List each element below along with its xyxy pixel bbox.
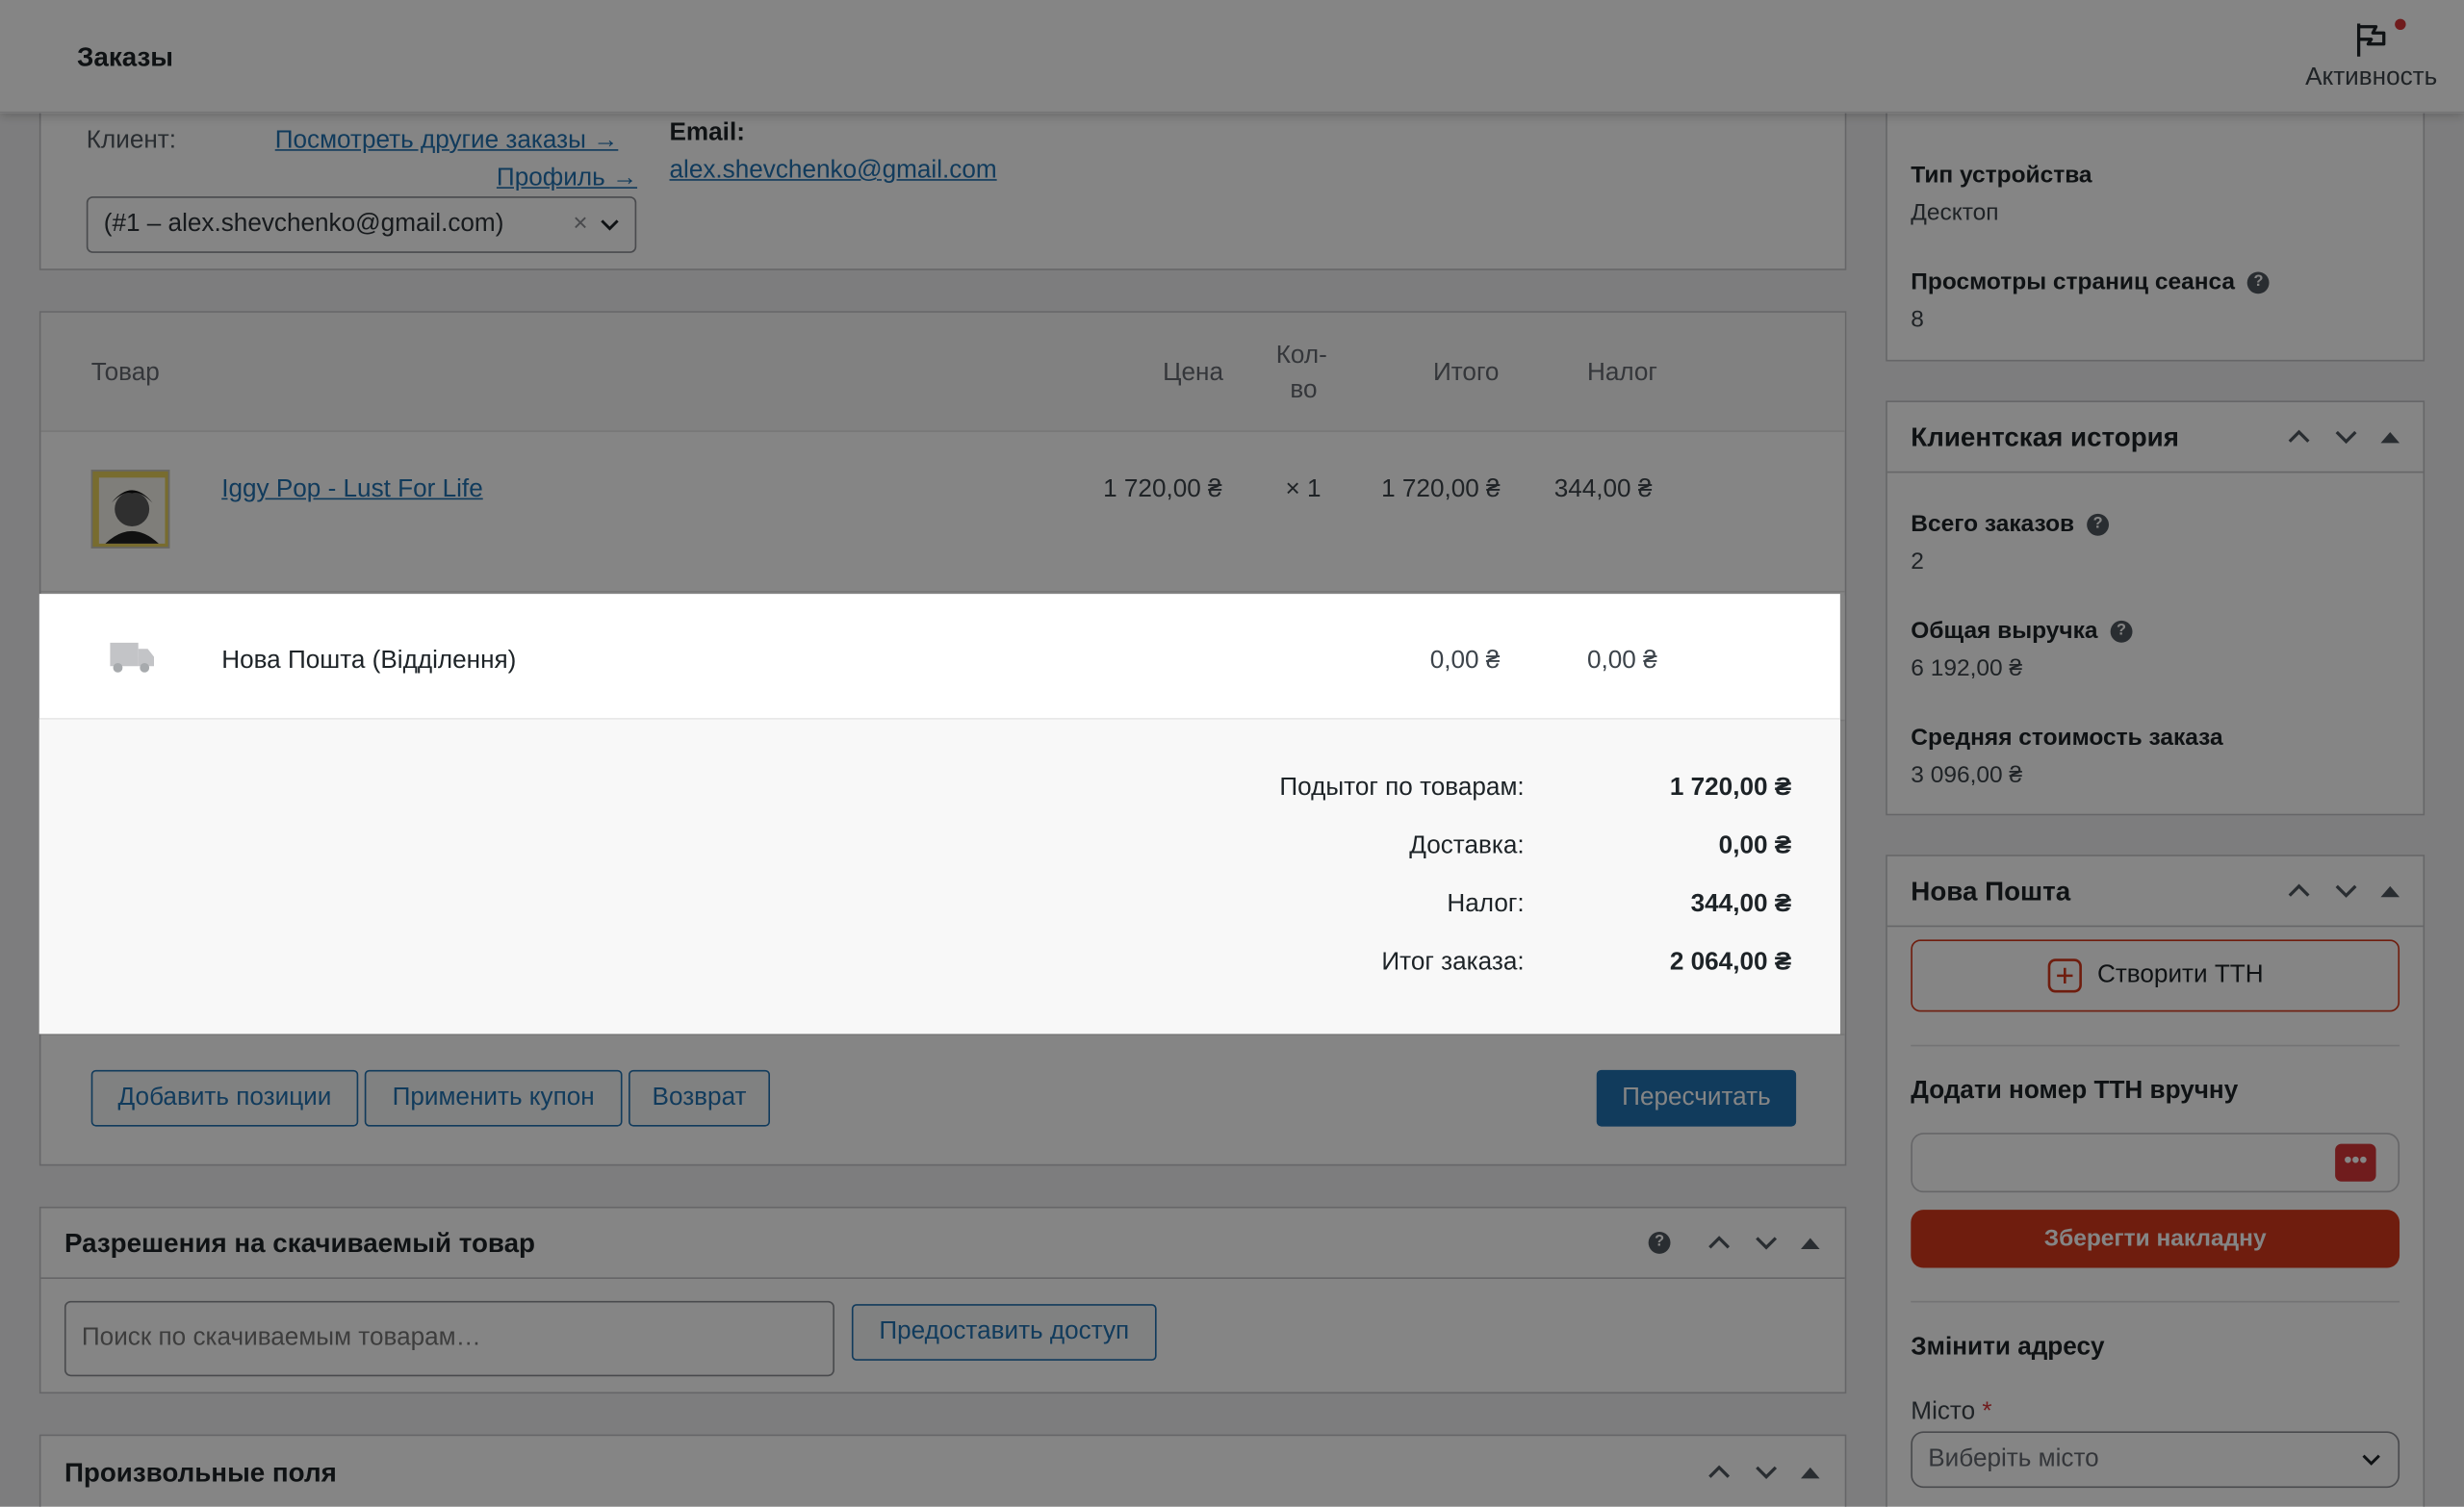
col-total: Итого: [1432, 359, 1500, 387]
manual-ttn-label: Додати номер ТТН вручну: [1911, 1077, 2239, 1105]
page-title: Заказы: [76, 42, 173, 73]
move-up-icon[interactable]: [2287, 424, 2312, 449]
truck-icon: [110, 642, 154, 673]
other-orders-link[interactable]: Посмотреть другие заказы →: [275, 127, 619, 155]
tax-total-value: 344,00 ₴: [1690, 890, 1792, 918]
shipping-name: Нова Пошта (Відділення): [221, 647, 517, 675]
password-manager-icon[interactable]: •••: [2335, 1143, 2376, 1182]
customer-label: Клиент:: [86, 127, 177, 154]
city-label: Місто *: [1911, 1398, 1992, 1425]
row-tax: 344,00 ₴: [1553, 475, 1653, 503]
total-revenue-value: 6 192,00 ₴: [1911, 654, 2023, 682]
clear-icon[interactable]: ×: [573, 211, 587, 239]
move-down-icon[interactable]: [2333, 879, 2358, 904]
subtotal-label: Подытог по товарам:: [1279, 774, 1525, 802]
collapse-toggle-icon[interactable]: [2380, 431, 2400, 443]
email-label: Email:: [669, 119, 745, 146]
top-header-bar: Заказы Активность: [0, 0, 2464, 114]
grant-access-button[interactable]: Предоставить доступ: [851, 1304, 1157, 1361]
subtotal-value: 1 720,00 ₴: [1669, 774, 1792, 802]
shipping-total-label: Доставка:: [1409, 832, 1525, 860]
row-total: 1 720,00 ₴: [1381, 475, 1501, 503]
product-thumbnail: [90, 470, 170, 549]
manual-ttn-input[interactable]: •••: [1911, 1133, 2400, 1193]
order-total-label: Итог заказа:: [1381, 949, 1525, 976]
divider: [1911, 1044, 2400, 1047]
customer-select[interactable]: (#1 – alex.shevchenko@gmail.com) ×: [86, 196, 637, 253]
tax-total-label: Налог:: [1447, 890, 1525, 918]
create-ttn-label: Створити ТТН: [2096, 961, 2264, 988]
highlighted-region: Нова Пошта (Відділення) 0,00 ₴ 0,00 ₴ По…: [38, 594, 1840, 1034]
novaposhta-title: Нова Пошта: [1911, 877, 2071, 907]
change-address-title: Змінити адресу: [1911, 1334, 2105, 1361]
move-down-icon[interactable]: [1754, 1230, 1779, 1255]
col-product: Товар: [90, 359, 160, 387]
col-price: Цена: [1163, 359, 1223, 387]
city-select[interactable]: Виберіть місто: [1911, 1431, 2400, 1489]
col-qty-line2: во: [1290, 376, 1318, 404]
help-icon[interactable]: ?: [2110, 620, 2133, 643]
table-row: Iggy Pop - Lust For Life 1 720,00 ₴ × 1 …: [40, 432, 1845, 593]
divider: [1911, 1300, 2400, 1303]
plus-square-icon: [2047, 958, 2082, 993]
total-orders-label: Всего заказов?: [1911, 511, 2110, 537]
activity-label: Активность: [2305, 64, 2438, 91]
profile-link[interactable]: Профиль →: [497, 165, 637, 192]
items-table-header: [40, 312, 1845, 432]
notification-badge: [2395, 18, 2406, 31]
collapse-toggle-icon[interactable]: [1801, 1237, 1820, 1249]
total-orders-value: 2: [1911, 548, 1924, 575]
novaposhta-panel: Нова Пошта Створити ТТН Додати номер ТТН…: [1886, 855, 2426, 1507]
shipping-total-value: 0,00 ₴: [1718, 832, 1792, 860]
avg-order-label: Средняя стоимость заказа: [1911, 724, 2223, 752]
move-up-icon[interactable]: [1707, 1460, 1732, 1485]
apply-coupon-button[interactable]: Применить купон: [364, 1069, 623, 1127]
collapse-toggle-icon[interactable]: [2380, 884, 2400, 897]
device-type-label: Тип устройства: [1911, 162, 2092, 189]
flag-icon: [2356, 23, 2386, 57]
shipping-total: 0,00 ₴: [1429, 647, 1501, 675]
downloads-title: Разрешения на скачиваемый товар: [64, 1228, 535, 1259]
move-up-icon[interactable]: [1707, 1230, 1732, 1255]
device-type-value: Десктоп: [1911, 199, 1999, 227]
create-ttn-button[interactable]: Створити ТТН: [1911, 939, 2400, 1012]
order-total-value: 2 064,00 ₴: [1669, 949, 1792, 976]
downloads-search-input[interactable]: [64, 1300, 834, 1377]
collapse-toggle-icon[interactable]: [1801, 1467, 1820, 1478]
history-title: Клиентская история: [1911, 422, 2179, 453]
row-qty: × 1: [1285, 475, 1322, 503]
custom-fields-panel: Произвольные поля: [38, 1434, 1847, 1507]
custom-fields-title: Произвольные поля: [64, 1458, 337, 1489]
highlighted-totals: Подытог по товарам: 1 720,00 ₴ Доставка:…: [38, 719, 1840, 1034]
add-items-button[interactable]: Добавить позиции: [90, 1069, 359, 1127]
save-invoice-button[interactable]: Зберегти накладну: [1911, 1210, 2400, 1268]
help-icon[interactable]: ?: [2087, 513, 2110, 536]
required-marker: *: [1982, 1398, 1992, 1425]
total-revenue-label: Общая выручка?: [1911, 618, 2133, 644]
shipping-tax: 0,00 ₴: [1586, 647, 1657, 675]
downloads-panel: Разрешения на скачиваемый товар ? Предос…: [38, 1206, 1847, 1394]
chevron-down-icon: [601, 219, 619, 231]
help-icon[interactable]: ?: [1648, 1231, 1671, 1254]
col-qty-line1: Кол-: [1275, 342, 1327, 370]
row-price: 1 720,00 ₴: [1103, 475, 1222, 503]
activity-button[interactable]: Активность: [2297, 15, 2445, 103]
avg-order-value: 3 096,00 ₴: [1911, 761, 2023, 789]
move-down-icon[interactable]: [1754, 1460, 1779, 1485]
chevron-down-icon: [2362, 1454, 2380, 1466]
city-select-placeholder: Виберіть місто: [1928, 1445, 2099, 1472]
customer-select-value: (#1 – alex.shevchenko@gmail.com): [103, 210, 504, 238]
help-icon[interactable]: ?: [2247, 271, 2270, 294]
customer-history-panel: Клиентская история Всего заказов? 2 Обща…: [1886, 400, 2426, 816]
col-tax: Налог: [1586, 359, 1657, 387]
move-up-icon[interactable]: [2287, 879, 2312, 904]
move-down-icon[interactable]: [2333, 424, 2358, 449]
recalculate-button[interactable]: Пересчитать: [1596, 1069, 1797, 1127]
email-link[interactable]: alex.shevchenko@gmail.com: [670, 157, 997, 185]
product-name-link[interactable]: Iggy Pop - Lust For Life: [221, 476, 483, 504]
pageviews-label: Просмотры страниц сеанса?: [1911, 268, 2270, 295]
highlighted-shipping-row: Нова Пошта (Відділення) 0,00 ₴ 0,00 ₴: [38, 594, 1840, 720]
refund-button[interactable]: Возврат: [629, 1069, 770, 1127]
pageviews-value: 8: [1911, 306, 1924, 334]
